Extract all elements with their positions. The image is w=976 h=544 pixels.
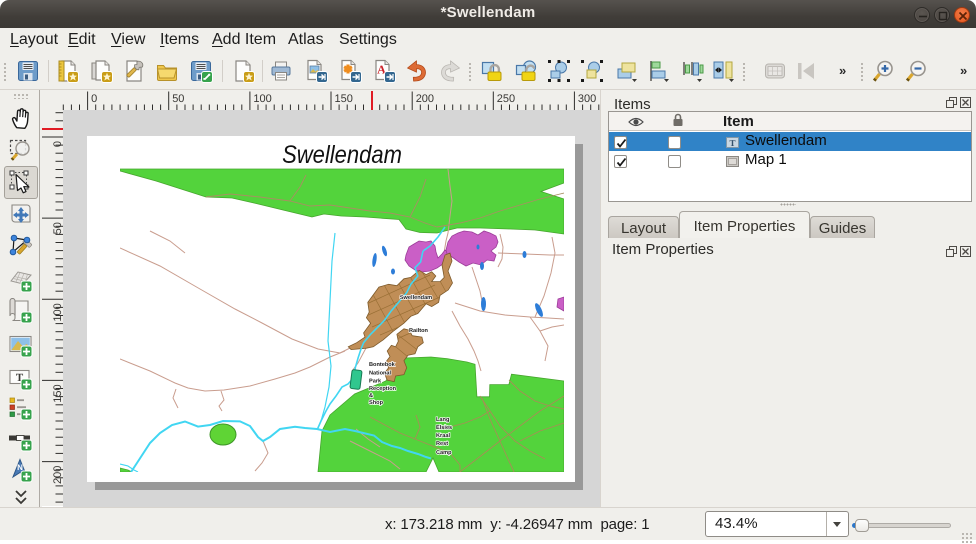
svg-text:50: 50 <box>172 93 184 105</box>
svg-text:N: N <box>17 463 23 472</box>
svg-text:Shop: Shop <box>369 399 384 406</box>
svg-text:50: 50 <box>52 222 63 234</box>
svg-text:150: 150 <box>52 384 63 402</box>
svg-text:Reception: Reception <box>369 385 397 392</box>
svg-text:Elsies: Elsies <box>436 424 452 431</box>
svg-text:&: & <box>369 393 373 399</box>
svg-text:250: 250 <box>497 93 515 105</box>
svg-text:150: 150 <box>335 93 353 105</box>
svg-text:Bontebok: Bontebok <box>369 361 396 368</box>
svg-text:Kraal: Kraal <box>436 432 450 439</box>
svg-text:Rest: Rest <box>436 441 448 447</box>
svg-text:T: T <box>729 138 735 148</box>
svg-text:Park: Park <box>369 378 382 385</box>
svg-text:National: National <box>369 370 392 377</box>
svg-text:300: 300 <box>578 93 596 105</box>
svg-text:0: 0 <box>52 141 63 147</box>
svg-text:Swellendam: Swellendam <box>400 294 432 301</box>
svg-text:200: 200 <box>416 93 434 105</box>
svg-text:100: 100 <box>52 303 63 321</box>
svg-text:0: 0 <box>91 93 97 105</box>
svg-text:100: 100 <box>253 93 271 105</box>
svg-text:Lang: Lang <box>436 417 450 423</box>
svg-text:Camp: Camp <box>436 450 452 456</box>
svg-text:200: 200 <box>52 466 63 484</box>
svg-text:Railton: Railton <box>409 327 429 334</box>
